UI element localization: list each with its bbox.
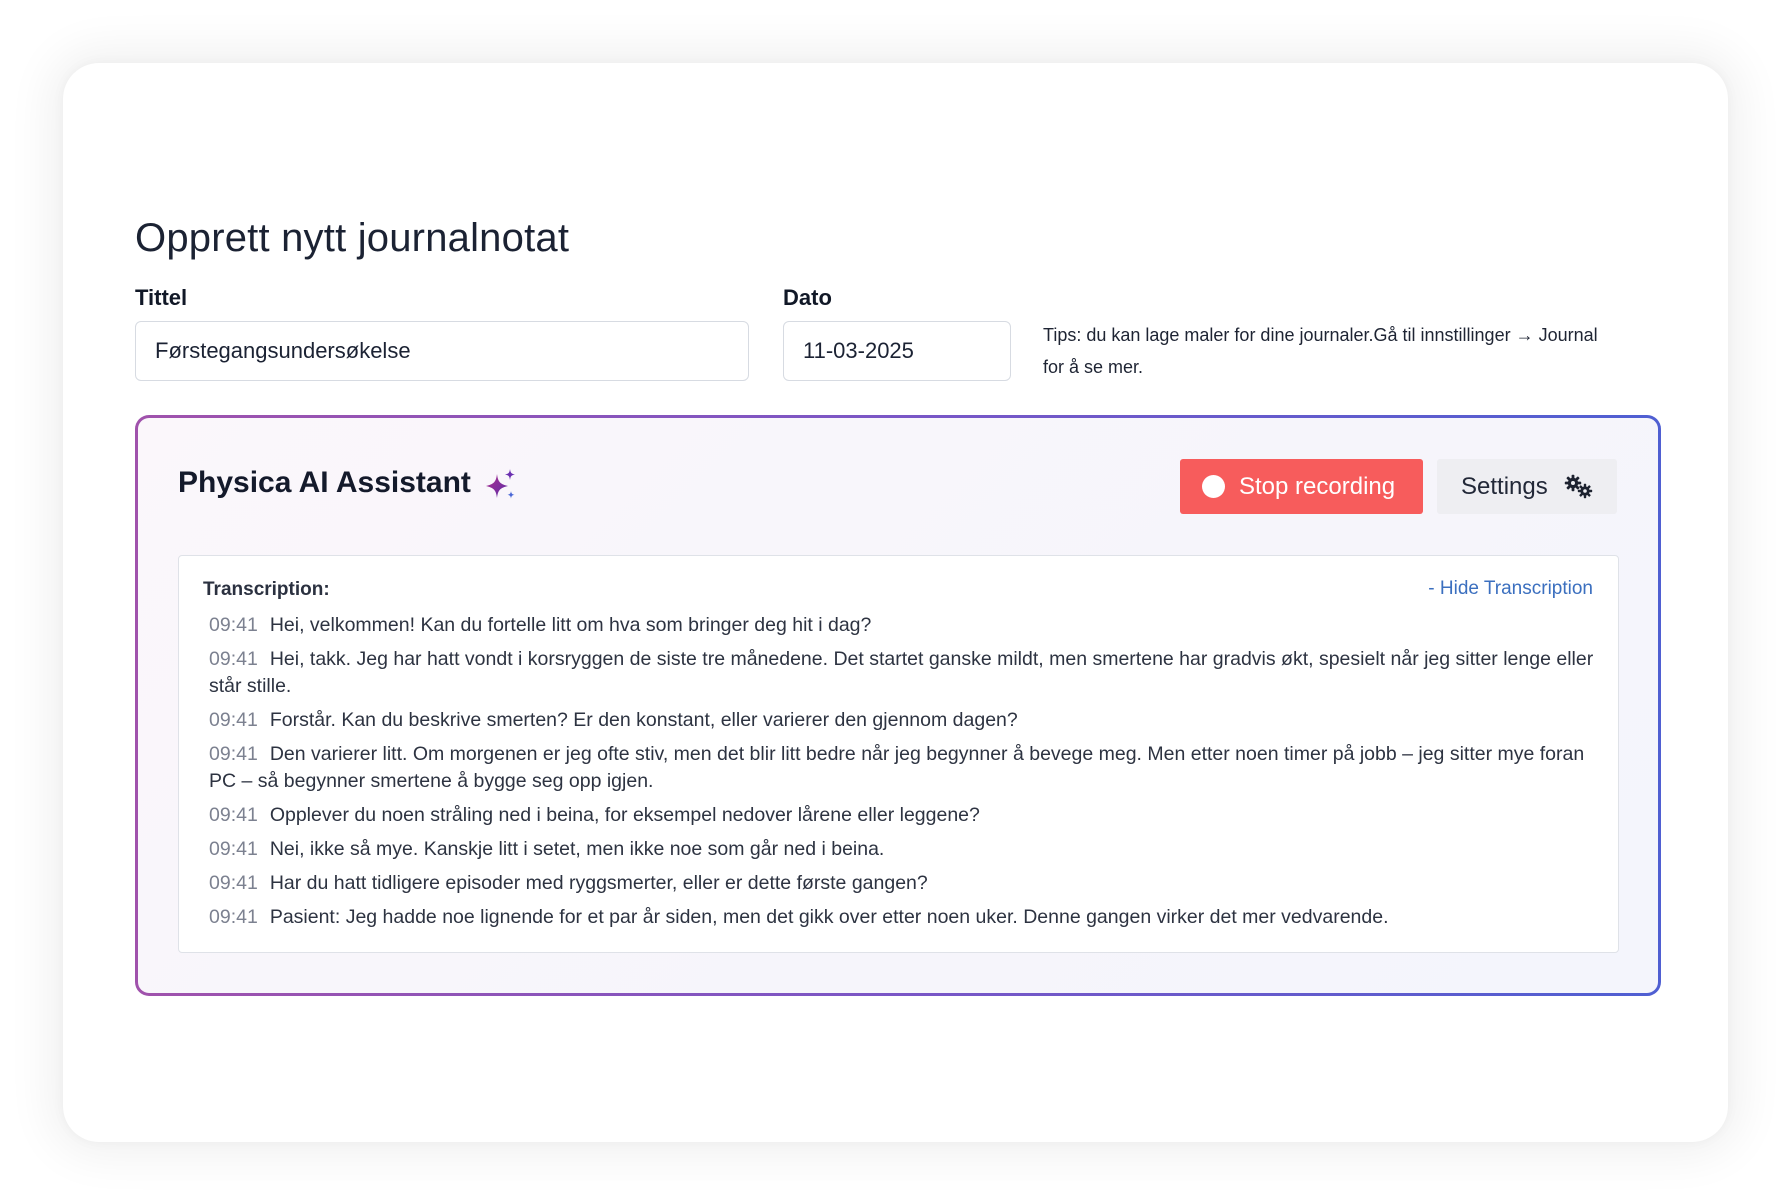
transcript-text: Har du hatt tidligere episoder med ryggs…: [269, 872, 928, 894]
transcript-timestamp: 09:41: [209, 804, 258, 826]
transcript-timestamp: 09:41: [209, 614, 258, 636]
transcript-line: 09:41 Den varierer litt. Om morgenen er j…: [209, 741, 1604, 795]
assistant-title: Physica AI Assistant: [178, 466, 471, 499]
transcript-timestamp: 09:41: [209, 648, 258, 670]
sparkle-icon: [486, 469, 515, 499]
transcription-box: Transcription: - Hide Transcription 09:4…: [178, 555, 1619, 953]
transcript-timestamp: 09:41: [209, 838, 258, 860]
transcript-timestamp: 09:41: [209, 872, 258, 894]
stop-recording-button[interactable]: Stop recording: [1180, 459, 1423, 514]
transcript-timestamp: 09:41: [209, 709, 258, 731]
transcript-line: 09:41 Pasient: Jeg hadde noe lignende for…: [209, 904, 1604, 931]
transcript-text: Hei, velkommen! Kan du fortelle litt om …: [269, 614, 872, 636]
record-dot-icon: [1202, 475, 1225, 498]
ai-assistant-panel-body: Physica AI Assistant Stop recording Sett…: [138, 418, 1658, 993]
transcript-line: 09:41 Nei, ikke så mye. Kanskje litt i se…: [209, 836, 1604, 863]
date-input[interactable]: [783, 321, 1011, 381]
transcription-label: Transcription:: [203, 579, 330, 600]
transcript-line: 09:41 Forstår. Kan du beskrive smerten? E…: [209, 707, 1604, 734]
transcript-text: Hei, takk. Jeg har hatt vondt i korsrygg…: [209, 648, 1594, 697]
stop-recording-label: Stop recording: [1239, 472, 1396, 500]
title-field-label: Tittel: [135, 285, 188, 310]
transcript-line: 09:41 Opplever du noen stråling ned i bei…: [209, 802, 1604, 829]
transcript-text: Forstår. Kan du beskrive smerten? Er den…: [269, 709, 1018, 731]
ai-assistant-panel: Physica AI Assistant Stop recording Sett…: [135, 415, 1661, 996]
transcript-text: Nei, ikke så mye. Kanskje litt i setet, …: [269, 838, 885, 860]
gears-icon: [1564, 474, 1592, 498]
transcript-line: 09:41 Hei, takk. Jeg har hatt vondt i kor…: [209, 646, 1604, 700]
transcription-list: 09:41 Hei, velkommen! Kan du fortelle lit…: [209, 612, 1604, 938]
transcript-text: Den varierer litt. Om morgenen er jeg of…: [209, 743, 1585, 792]
title-input[interactable]: [135, 321, 749, 381]
date-field-label: Dato: [783, 285, 832, 310]
transcript-text: Pasient: Jeg hadde noe lignende for et p…: [269, 906, 1389, 928]
hide-transcription-link[interactable]: - Hide Transcription: [1428, 578, 1593, 600]
transcript-line: 09:41 Har du hatt tidligere episoder med …: [209, 870, 1604, 897]
transcript-text: Opplever du noen stråling ned i beina, f…: [269, 804, 980, 826]
transcript-timestamp: 09:41: [209, 743, 258, 765]
page-title: Opprett nytt journalnotat: [135, 216, 570, 260]
tips-text: Tips: du kan lage maler for dine journal…: [1043, 325, 1598, 377]
settings-label: Settings: [1461, 472, 1548, 500]
transcript-line: 09:41 Hei, velkommen! Kan du fortelle lit…: [209, 612, 1604, 639]
transcript-timestamp: 09:41: [209, 906, 258, 928]
settings-button[interactable]: Settings: [1437, 459, 1617, 514]
